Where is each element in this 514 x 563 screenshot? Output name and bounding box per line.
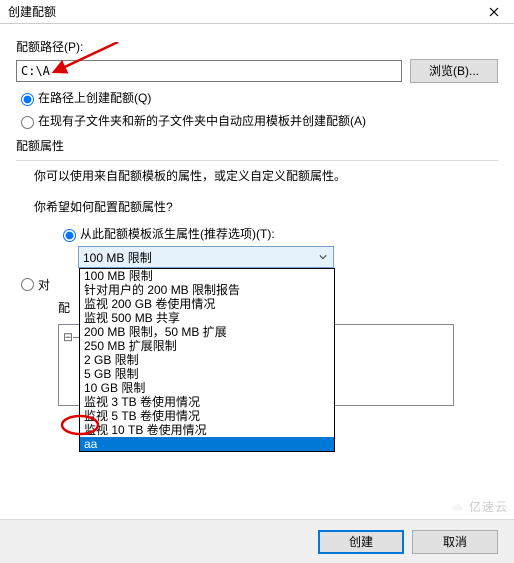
radio-from-template[interactable]: 从此配额模板派生属性(推荐选项)(T): [58,225,498,242]
radio-create-on-path[interactable]: 在路径上创建配额(Q) [16,89,498,106]
divider [16,160,498,161]
radio-custom-label: 对 [38,276,50,293]
browse-button[interactable]: 浏览(B)... [410,59,498,83]
quota-props-desc: 你可以使用来自配额模板的属性，或定义自定义配额属性。 [34,167,498,184]
radio-custom-input[interactable] [21,278,34,291]
radio-create-on-subfolders-input[interactable] [21,116,34,129]
template-option[interactable]: 监视 10 TB 卷使用情况 [80,423,334,437]
close-button[interactable] [474,0,514,24]
window-title: 创建配额 [8,3,474,20]
quota-props-prompt: 你希望如何配置配额属性? [34,198,498,215]
quota-props-heading: 配额属性 [16,137,498,154]
dialog-footer: 创建 取消 [0,519,514,563]
radio-create-on-subfolders-label: 在现有子文件夹和新的子文件夹中自动应用模板并创建配额(A) [38,112,366,129]
template-option[interactable]: 100 MB 限制 [80,269,334,283]
close-icon [489,7,499,17]
quota-path-label: 配额路径(P): [16,38,498,55]
template-option[interactable]: 2 GB 限制 [80,353,334,367]
template-option[interactable]: 200 MB 限制，50 MB 扩展 [80,325,334,339]
radio-from-template-label: 从此配额模板派生属性(推荐选项)(T): [80,225,275,242]
cancel-button[interactable]: 取消 [412,530,498,554]
template-combobox-value: 100 MB 限制 [83,249,152,266]
watermark-text: 亿速云 [469,500,508,514]
chevron-down-icon [315,249,331,265]
template-option[interactable]: 5 GB 限制 [80,367,334,381]
template-option[interactable]: 针对用户的 200 MB 限制报告 [80,283,334,297]
radio-create-on-path-label: 在路径上创建配额(Q) [38,89,151,106]
quota-path-input[interactable] [16,60,402,82]
cloud-icon [451,501,465,515]
radio-from-template-input[interactable] [63,229,76,242]
watermark: 亿速云 [451,498,508,515]
template-combobox[interactable]: 100 MB 限制 100 MB 限制针对用户的 200 MB 限制报告监视 2… [78,246,334,268]
title-bar: 创建配额 [0,0,514,24]
template-option[interactable]: 监视 5 TB 卷使用情况 [80,409,334,423]
template-dropdown-list[interactable]: 100 MB 限制针对用户的 200 MB 限制报告监视 200 GB 卷使用情… [79,268,335,452]
template-option[interactable]: 250 MB 扩展限制 [80,339,334,353]
radio-create-on-subfolders[interactable]: 在现有子文件夹和新的子文件夹中自动应用模板并创建配额(A) [16,112,498,129]
template-option[interactable]: aa [80,437,334,451]
radio-create-on-path-input[interactable] [21,93,34,106]
template-option[interactable]: 监视 200 GB 卷使用情况 [80,297,334,311]
template-option[interactable]: 10 GB 限制 [80,381,334,395]
create-button[interactable]: 创建 [318,530,404,554]
template-option[interactable]: 监视 500 MB 共享 [80,311,334,325]
template-option[interactable]: 监视 3 TB 卷使用情况 [80,395,334,409]
